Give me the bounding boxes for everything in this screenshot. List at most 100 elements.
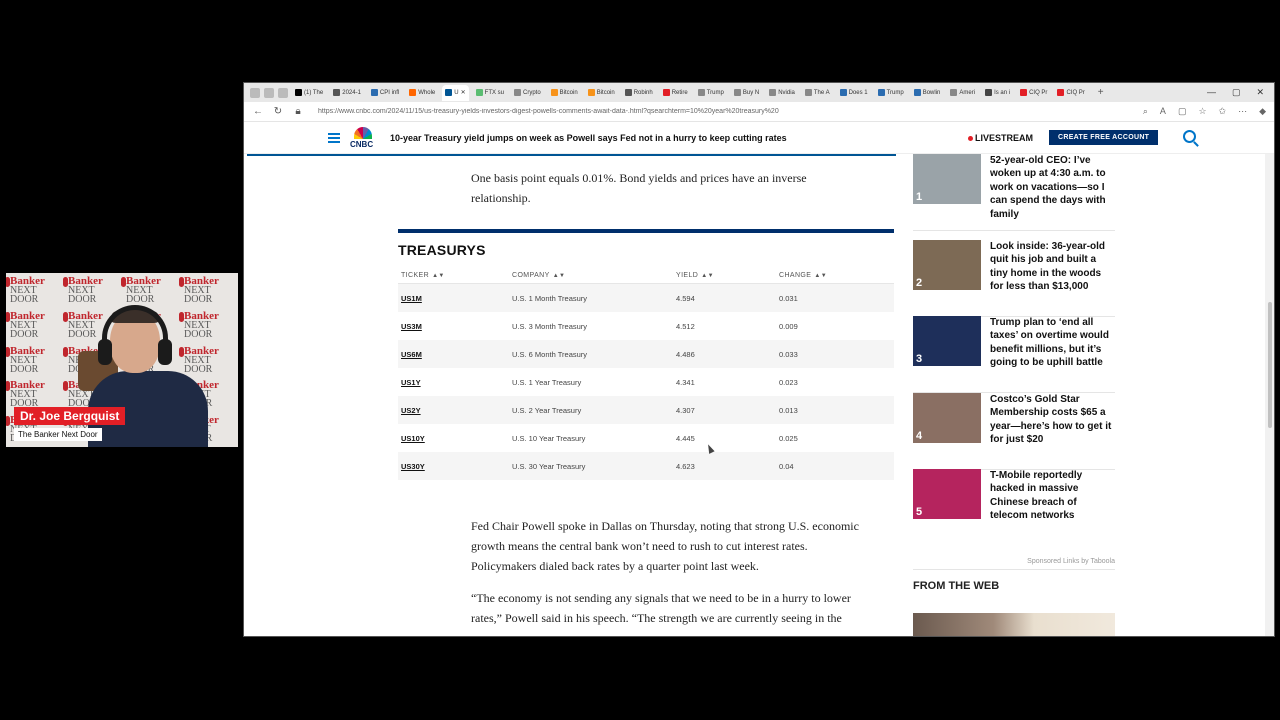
browser-tab[interactable]: Bowlin [911,85,944,101]
back-icon[interactable]: ← [252,106,264,117]
trending-headline[interactable]: Look inside: 36-year-old quit his job an… [990,240,1115,294]
backdrop-logo: BankerNEXT DOOR [6,343,64,378]
ticker-link[interactable]: US2Y [398,406,512,415]
trending-headline[interactable]: T-Mobile reportedly hacked in massive Ch… [990,469,1115,523]
browser-tab[interactable]: Trump [875,85,907,101]
browser-tab[interactable]: The A [802,85,833,101]
livestream-link[interactable]: LIVESTREAM [968,133,1033,143]
favicon-icon [877,89,885,96]
tab-label: Buy N [742,89,760,96]
table-row: US1M U.S. 1 Month Treasury 4.594 0.031 [398,284,894,312]
trending-headline[interactable]: 52-year-old CEO: I’ve woken up at 4:30 a… [990,154,1115,221]
search-icon[interactable] [1183,130,1196,143]
col-ticker[interactable]: TICKER ▲▼ [398,272,512,279]
scrollbar[interactable] [1265,154,1274,636]
ticker-link[interactable]: US10Y [398,434,512,443]
browser-tab[interactable]: CIQ Pr [1017,85,1050,101]
trending-thumbnail[interactable]: 3 [913,316,981,366]
workspaces-icon[interactable] [264,87,274,98]
tab-label: Retire [671,89,688,96]
rank-number: 5 [916,506,923,518]
scroll-thumb[interactable] [1268,302,1272,428]
change-cell: 0.033 [779,349,798,359]
trending-thumbnail[interactable]: 2 [913,240,981,290]
favorites-icon[interactable]: ✩ [1219,106,1227,117]
browser-tab[interactable]: Does 1 [837,85,871,101]
col-company[interactable]: COMPANY ▲▼ [512,272,676,279]
ticker-link[interactable]: US1Y [398,378,512,387]
browser-tab[interactable]: Whole [406,85,438,101]
rank-number: 1 [916,191,923,203]
favicon-icon [550,89,558,96]
trending-headline[interactable]: Costco’s Gold Star Membership costs $65 … [990,393,1115,447]
ticker-link[interactable]: US1M [398,294,512,303]
favorite-star-icon[interactable]: ☆ [1198,106,1206,117]
browser-tab[interactable]: CPI infl [368,85,402,101]
ticker-link[interactable]: US6M [398,350,512,359]
browser-tab[interactable]: FTX su [473,85,507,101]
col-yield[interactable]: YIELD ▲▼ [676,272,779,279]
favicon-icon [445,89,453,96]
app-icon[interactable]: ▢ [1178,106,1187,117]
zoom-icon[interactable]: ⌕ [1143,106,1148,117]
browser-tab[interactable]: Buy N [731,85,762,101]
read-aloud-icon[interactable]: A [1160,106,1166,117]
profile-icon[interactable] [250,87,260,98]
from-the-web-image[interactable] [913,613,1115,636]
tab-label: FTX su [484,89,504,96]
trending-thumbnail[interactable]: 5 [913,469,981,519]
favicon-icon [839,89,847,96]
menu-icon[interactable] [328,132,340,143]
company-cell: U.S. 6 Month Treasury [512,349,588,359]
favicon-icon [514,89,521,96]
tab-label: Nvidia [778,89,795,96]
browser-tab[interactable]: Retire [660,85,691,101]
table-title: TREASURYS [398,242,486,258]
maximize-icon[interactable]: ▢ [1232,87,1241,98]
new-tab-icon[interactable]: + [1092,87,1110,98]
url-field[interactable]: https://www.cnbc.com/2024/11/15/us-treas… [312,108,1135,115]
refresh-icon[interactable]: ↻ [272,106,284,117]
more-icon[interactable]: ⋯ [1238,106,1247,117]
ticker-link[interactable]: US3M [398,322,512,331]
create-account-button[interactable]: CREATE FREE ACCOUNT [1049,130,1159,145]
browser-tab[interactable]: Nvidia [766,85,798,101]
browser-tab[interactable]: (1) The [292,85,326,101]
tab-label: Trump [706,89,724,96]
close-tab-icon[interactable]: ✕ [461,89,466,96]
trending-thumbnail[interactable]: 1 [913,154,981,204]
article-headline: 10-year Treasury yield jumps on week as … [390,132,787,143]
favicon-icon [733,89,741,96]
ticker-link[interactable]: US30Y [398,462,512,471]
tab-actions-icon[interactable] [278,87,288,98]
browser-tab[interactable]: Trump [695,85,727,101]
tab-label: Whole [418,89,436,96]
copilot-icon[interactable]: ◆ [1259,106,1266,117]
table-row: US30Y U.S. 30 Year Treasury 4.623 0.04 [398,452,894,480]
change-cell: 0.013 [779,405,798,415]
trending-thumbnail[interactable]: 4 [913,393,981,443]
favicon-icon [662,89,670,96]
browser-tab[interactable]: Robinh [622,85,656,101]
browser-tab[interactable]: CIQ Pr [1054,85,1087,101]
close-window-icon[interactable]: ✕ [1256,87,1264,98]
favicon-icon [295,89,302,96]
sponsored-links[interactable]: Sponsored Links by Taboola [913,558,1115,565]
trending-headline[interactable]: Trump plan to ‘end all taxes’ on overtim… [990,316,1115,370]
browser-tab[interactable]: Bitcoin [548,85,581,101]
col-change[interactable]: CHANGE ▲▼ [779,272,894,279]
cnbc-logo[interactable]: CNBC [350,126,376,149]
browser-tab[interactable]: 2024-1 [330,85,364,101]
rank-number: 4 [916,430,923,442]
yield-cell: 4.341 [676,377,695,387]
browser-tab[interactable]: Bitcoin [585,85,618,101]
browser-tab[interactable]: Is an i [982,85,1013,101]
browser-tab[interactable]: Crypto [511,85,544,101]
minimize-icon[interactable]: — [1207,87,1216,98]
company-cell: U.S. 10 Year Treasury [512,433,586,443]
change-cell: 0.04 [779,461,794,471]
treasurys-table: TREASURYS TICKER ▲▼ COMPANY ▲▼ YIELD ▲▼ CHA… [398,229,894,480]
browser-tab[interactable]: U ✕ [442,84,469,101]
site-info-icon[interactable]: 🔒︎ [292,106,304,117]
browser-tab[interactable]: Ameri [947,85,978,101]
